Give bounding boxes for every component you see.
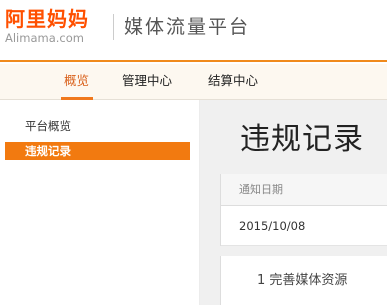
site-title: 媒体流量平台 [124, 16, 251, 38]
sidebar: 平台概览 违规记录 [0, 100, 200, 305]
sidebar-item-violation-records[interactable]: 违规记录 [5, 142, 190, 160]
header: 阿里妈妈 Alimama.com 媒体流量平台 [0, 0, 387, 62]
top-nav: 概览 管理中心 结算中心 [0, 64, 387, 100]
sidebar-item-platform-overview[interactable]: 平台概览 [5, 117, 190, 135]
nav-item-settlement[interactable]: 结算中心 [208, 73, 258, 89]
header-divider [113, 14, 114, 40]
page-title: 违规记录 [240, 122, 364, 157]
guide-step-text: 1 完善媒体资源 [257, 273, 348, 288]
main-content: 违规记录 通知日期 2015/10/08 1 完善媒体资源 [200, 100, 387, 305]
guide-section: 1 完善媒体资源 [220, 256, 387, 305]
nav-item-overview[interactable]: 概览 [64, 73, 89, 89]
logo-chinese-text: 阿里妈妈 [5, 7, 89, 31]
violation-table: 通知日期 2015/10/08 [220, 174, 387, 246]
alimama-logo[interactable]: 阿里妈妈 Alimama.com [5, 8, 105, 48]
column-header-notify-date: 通知日期 [221, 174, 387, 206]
table-row: 2015/10/08 [221, 206, 387, 246]
nav-item-management[interactable]: 管理中心 [122, 73, 172, 89]
logo-english-text: Alimama.com [5, 31, 84, 45]
